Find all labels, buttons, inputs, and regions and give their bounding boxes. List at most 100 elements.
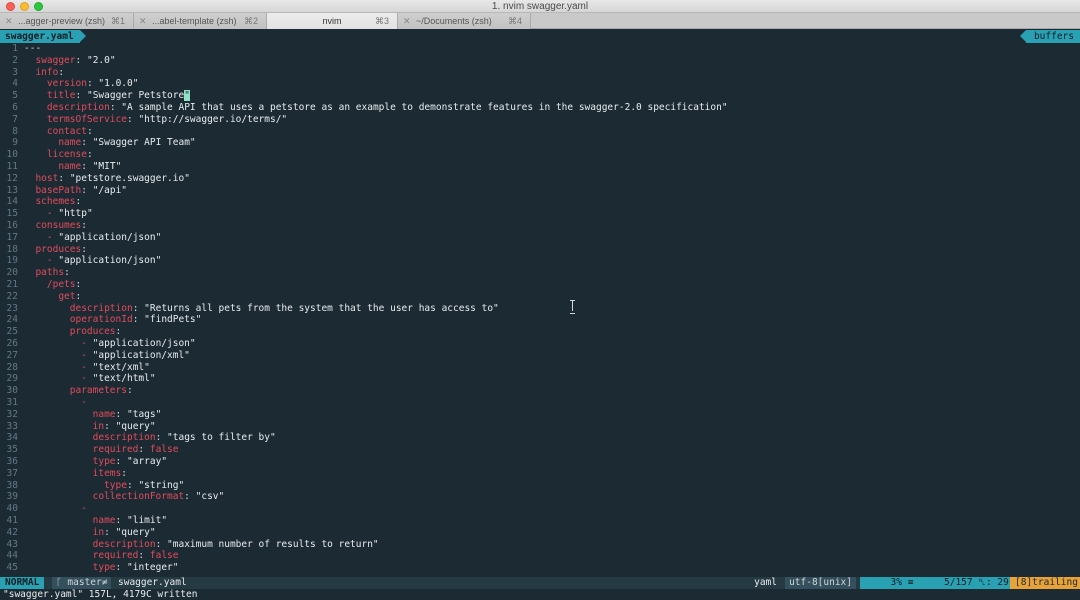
line-code: - "text/xml" (81, 361, 150, 373)
line-number: 35 (6, 444, 18, 456)
editor-line[interactable]: 23 description: "Returns all pets from t… (0, 303, 1080, 315)
line-number: 7 (12, 113, 18, 125)
line-code: consumes: (35, 220, 87, 231)
line-code: info: (35, 66, 65, 78)
terminal-tab-1[interactable]: ✕ ...agger-preview (zsh) ⌘1 (0, 13, 134, 29)
terminal-tab-4[interactable]: ✕ ~/Documents (zsh) ⌘4 (398, 13, 531, 29)
editor-line[interactable]: 22 get: (0, 291, 1080, 303)
editor-line[interactable]: 13 basePath: "/api" (0, 185, 1080, 197)
editor-line[interactable]: 29 - "text/html" (0, 373, 1080, 385)
editor-line[interactable]: 20 paths: (0, 267, 1080, 279)
line-number: 41 (6, 515, 18, 526)
editor-line[interactable]: 15 - "http" (0, 208, 1080, 220)
editor-line[interactable]: 30 parameters: (0, 385, 1080, 397)
editor-line[interactable]: 35 required: false (0, 444, 1080, 456)
line-number: 34 (6, 432, 18, 444)
editor-line[interactable]: 18 produces: (0, 244, 1080, 256)
editor-line[interactable]: 28 - "text/xml" (0, 362, 1080, 374)
line-code: - "application/json" (46, 231, 162, 243)
line-number: 10 (6, 149, 18, 161)
terminal-tab-2[interactable]: ✕ ...abel-template (zsh) ⌘2 (134, 13, 267, 29)
editor-line[interactable]: 9 name: "Swagger API Team" (0, 137, 1080, 149)
editor-line[interactable]: 24 operationId: "findPets" (0, 314, 1080, 326)
editor-line[interactable]: 21 /pets: (0, 279, 1080, 291)
editor-buffer[interactable]: 1 --- 2 swagger: "2.0" 3 info: 4 version: "1… (0, 43, 1080, 577)
editor-line[interactable]: 3 info: (0, 67, 1080, 79)
tab-label: ...agger-preview (zsh) (18, 16, 106, 26)
editor-line[interactable]: 7 termsOfService: "http://swagger.io/ter… (0, 114, 1080, 126)
tab-close-icon[interactable]: ✕ (139, 13, 147, 29)
editor-line[interactable]: 42 in: "query" (0, 527, 1080, 539)
editor-line[interactable]: 33 in: "query" (0, 421, 1080, 433)
window-title: 1. nvim swagger.yaml (491, 1, 589, 12)
editor-line[interactable]: 43 description: "maximum number of resul… (0, 539, 1080, 551)
editor-line[interactable]: 25 produces: (0, 326, 1080, 338)
line-number: 15 (6, 208, 18, 220)
editor-line[interactable]: 16 consumes: (0, 220, 1080, 232)
editor-line[interactable]: 1 --- (0, 43, 1080, 55)
vim-command-line[interactable]: "swagger.yaml" 157L, 4179C written (0, 589, 1080, 600)
branch-status: ≠ (101, 577, 108, 588)
line-number: 2 (12, 54, 18, 66)
tab-close-icon[interactable]: ✕ (403, 13, 411, 29)
line-number: 14 (6, 196, 18, 208)
editor-line[interactable]: 14 schemes: (0, 196, 1080, 208)
editor-line[interactable]: 2 swagger: "2.0" (0, 55, 1080, 67)
editor-line[interactable]: 40 - (0, 503, 1080, 515)
line-code: collectionFormat: "csv" (92, 491, 225, 503)
line-code: - "text/html" (81, 373, 156, 385)
tab-shortcut: ⌘3 (374, 16, 389, 26)
line-number: 36 (6, 456, 18, 467)
editor-line[interactable]: 37 items: (0, 468, 1080, 480)
line-code: - (81, 397, 87, 408)
editor-line[interactable]: 8 contact: (0, 126, 1080, 138)
vim-active-tab[interactable]: swagger.yaml (0, 30, 86, 43)
line-code: name: "Swagger API Team" (58, 137, 196, 149)
editor-line[interactable]: 31 - (0, 397, 1080, 409)
statusline-position: 5/157 ␤: 29 (940, 577, 1010, 589)
line-number: 40 (6, 503, 18, 515)
terminal-tab-3[interactable]: nvim ⌘3 (267, 13, 398, 29)
line-number: 22 (6, 290, 18, 302)
line-code: host: "petstore.swagger.io" (35, 172, 190, 184)
tab-label: ...abel-template (zsh) (152, 16, 237, 26)
tab-close-icon[interactable]: ✕ (5, 13, 13, 29)
line-code: /pets: (46, 279, 82, 290)
editor-line[interactable]: 41 name: "limit" (0, 515, 1080, 527)
vim-tabline: swagger.yaml buffers (0, 30, 1080, 43)
line-code: contact: (46, 125, 93, 137)
line-code: type: "integer" (92, 562, 179, 574)
vim-statusline: NORMAL ᚴ master≠ swagger.yaml yaml utf-8… (0, 577, 1080, 589)
branch-name: master (67, 577, 102, 588)
editor-line[interactable]: 39 collectionFormat: "csv" (0, 491, 1080, 503)
editor-line[interactable]: 11 name: "MIT" (0, 161, 1080, 173)
text-cursor: " (184, 90, 190, 102)
editor-line[interactable]: 38 type: "string" (0, 480, 1080, 492)
line-code: produces: (35, 243, 87, 255)
line-number: 31 (6, 397, 18, 408)
line-number: 24 (6, 314, 18, 326)
editor-line[interactable]: 6 description: "A sample API that uses a… (0, 102, 1080, 114)
editor-line[interactable]: 10 license: (0, 149, 1080, 161)
editor-line[interactable]: 45 type: "integer" (0, 562, 1080, 574)
mode-indicator: NORMAL (0, 577, 45, 589)
line-number: 6 (12, 102, 18, 113)
git-branch: ᚴ master≠ (52, 577, 112, 589)
editor-line[interactable]: 5 title: "Swagger Petstore" (0, 90, 1080, 102)
editor-line[interactable]: 26 - "application/json" (0, 338, 1080, 350)
editor-line[interactable]: 32 name: "tags" (0, 409, 1080, 421)
editor-line[interactable]: 27 - "application/xml" (0, 350, 1080, 362)
editor-line[interactable]: 34 description: "tags to filter by" (0, 432, 1080, 444)
editor-line[interactable]: 17 - "application/json" (0, 232, 1080, 244)
line-position: 5/157 (944, 577, 973, 588)
editor-line[interactable]: 12 host: "petstore.swagger.io" (0, 173, 1080, 185)
editor-line[interactable]: 4 version: "1.0.0" (0, 78, 1080, 90)
editor-line[interactable]: 19 - "application/json" (0, 255, 1080, 267)
line-number: 4 (12, 78, 18, 90)
editor-line[interactable]: 36 type: "array" (0, 456, 1080, 468)
line-code: description: "Returns all pets from the … (69, 302, 499, 314)
line-code: name: "tags" (92, 408, 162, 420)
editor-line[interactable]: 44 required: false (0, 550, 1080, 562)
line-number: 32 (6, 408, 18, 420)
line-code: version: "1.0.0" (46, 78, 139, 90)
